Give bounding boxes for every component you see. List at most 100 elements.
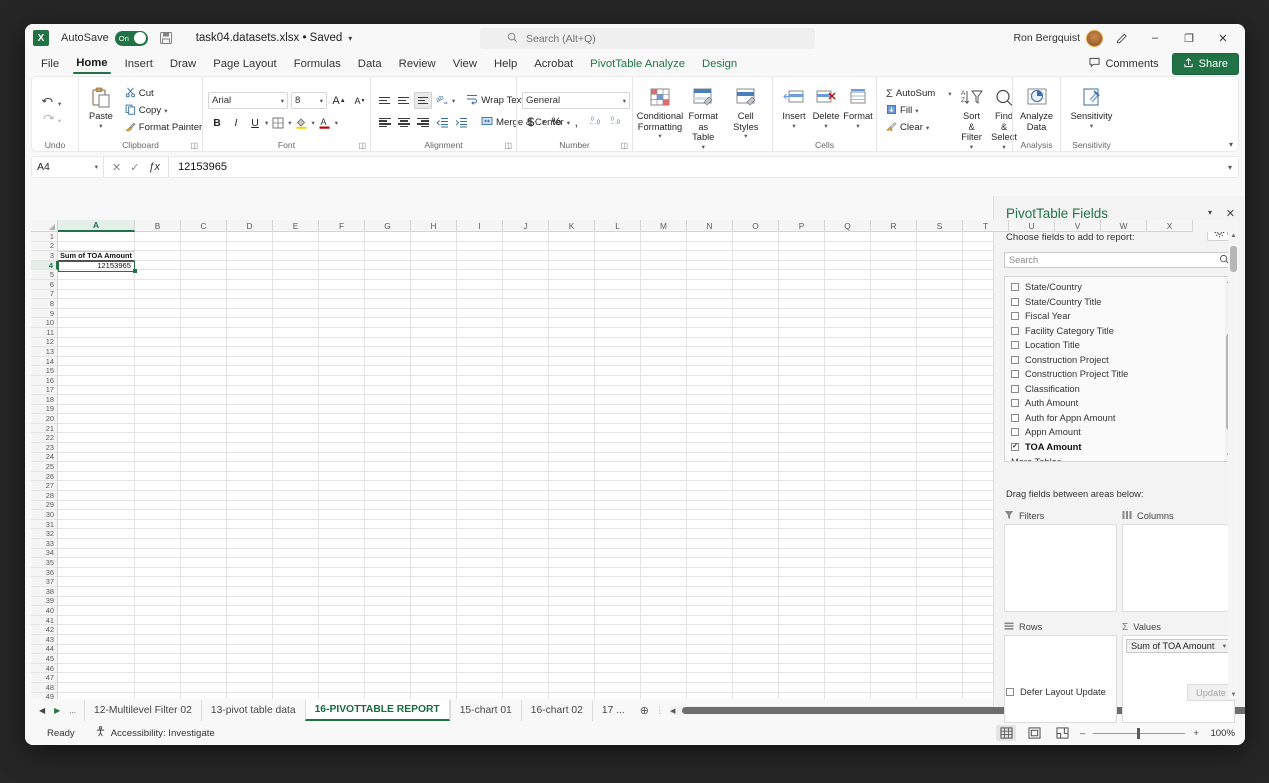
cell-G10[interactable]	[365, 318, 411, 328]
cell-M25[interactable]	[641, 462, 687, 472]
cell-A4[interactable]: 12153965	[58, 261, 135, 271]
cell-F38[interactable]	[319, 586, 365, 597]
row-header-28[interactable]: 28	[31, 491, 58, 501]
autosave-toggle[interactable]: On	[114, 30, 148, 46]
cell-E37[interactable]	[273, 577, 319, 587]
cell-B6[interactable]	[135, 279, 181, 290]
column-header-m[interactable]: M	[641, 220, 687, 232]
cell-O19[interactable]	[733, 404, 779, 415]
hscroll-left-arrow-icon[interactable]: ◀	[670, 707, 675, 715]
cell-M10[interactable]	[641, 318, 687, 328]
field-checkbox[interactable]: ✓	[1011, 442, 1019, 451]
cell-A23[interactable]	[58, 443, 135, 453]
sheet-tab-splitter[interactable]: ⋮	[655, 705, 664, 716]
cell-J36[interactable]	[503, 567, 549, 578]
cell-C42[interactable]	[181, 625, 227, 635]
cell-D14[interactable]	[227, 356, 273, 367]
cell-F49[interactable]	[319, 692, 365, 699]
comma-icon[interactable]: ,	[567, 113, 585, 131]
cell-G31[interactable]	[365, 519, 411, 530]
cell-F40[interactable]	[319, 606, 365, 616]
cell-D28[interactable]	[227, 491, 273, 501]
cell-I41[interactable]	[457, 615, 503, 626]
cell-J35[interactable]	[503, 558, 549, 568]
column-header-g[interactable]: G	[365, 220, 411, 232]
cell-H15[interactable]	[411, 366, 457, 376]
cell-M2[interactable]	[641, 241, 687, 252]
cell-E3[interactable]	[273, 251, 319, 261]
cell-B20[interactable]	[135, 414, 181, 424]
cell-P16[interactable]	[779, 375, 825, 386]
cell-D15[interactable]	[227, 366, 273, 376]
cell-H17[interactable]	[411, 385, 457, 396]
cell-B22[interactable]	[135, 433, 181, 444]
cell-B32[interactable]	[135, 529, 181, 539]
cell-G41[interactable]	[365, 615, 411, 626]
cell-D32[interactable]	[227, 529, 273, 539]
cell-M15[interactable]	[641, 366, 687, 376]
formula-bar-expand-icon[interactable]: ▾	[1228, 163, 1232, 172]
cell-J22[interactable]	[503, 433, 549, 444]
cell-B40[interactable]	[135, 606, 181, 616]
cell-R1[interactable]	[871, 232, 917, 242]
pen-icon[interactable]	[1105, 26, 1137, 50]
share-button[interactable]: Share	[1171, 53, 1239, 75]
cell-M20[interactable]	[641, 414, 687, 424]
cell-P48[interactable]	[779, 682, 825, 693]
cell-F7[interactable]	[319, 289, 365, 300]
cell-G47[interactable]	[365, 673, 411, 683]
column-header-k[interactable]: K	[549, 220, 595, 232]
field-item-facility-category-title[interactable]: Facility Category Title	[1005, 324, 1234, 339]
cell-A45[interactable]	[58, 654, 135, 664]
cell-K17[interactable]	[549, 385, 595, 396]
row-header-13[interactable]: 13	[31, 347, 58, 357]
cell-C43[interactable]	[181, 634, 227, 645]
cell-I11[interactable]	[457, 327, 503, 338]
cell-C22[interactable]	[181, 433, 227, 444]
cell-O6[interactable]	[733, 279, 779, 290]
cell-K36[interactable]	[549, 567, 595, 578]
cell-O41[interactable]	[733, 615, 779, 626]
cell-E22[interactable]	[273, 433, 319, 444]
cell-J41[interactable]	[503, 615, 549, 626]
cell-D33[interactable]	[227, 539, 273, 549]
sheet-tab-17[interactable]: 17 ...	[591, 700, 634, 721]
cell-E28[interactable]	[273, 491, 319, 501]
cell-B5[interactable]	[135, 270, 181, 280]
cell-N28[interactable]	[687, 491, 733, 501]
cell-F26[interactable]	[319, 471, 365, 482]
cell-H35[interactable]	[411, 558, 457, 568]
cell-O21[interactable]	[733, 423, 779, 434]
cell-A43[interactable]	[58, 634, 135, 645]
cell-N32[interactable]	[687, 529, 733, 539]
cell-B17[interactable]	[135, 385, 181, 396]
cell-A13[interactable]	[58, 347, 135, 357]
cell-M41[interactable]	[641, 615, 687, 626]
cell-H22[interactable]	[411, 433, 457, 444]
cell-N24[interactable]	[687, 452, 733, 463]
cell-R4[interactable]	[871, 260, 917, 271]
cell-C15[interactable]	[181, 366, 227, 376]
document-title[interactable]: task04.datasets.xlsx • Saved	[196, 32, 343, 44]
field-checkbox[interactable]	[1011, 283, 1019, 292]
cell-E48[interactable]	[273, 682, 319, 693]
column-header-h[interactable]: H	[411, 220, 457, 232]
cell-L15[interactable]	[595, 366, 641, 376]
cell-L17[interactable]	[595, 385, 641, 396]
sheet-tab-16-pivottable-report[interactable]: 16-PIVOTTABLE REPORT	[304, 700, 450, 721]
cell-J49[interactable]	[503, 692, 549, 699]
column-header-j[interactable]: J	[503, 220, 549, 232]
column-header-r[interactable]: R	[871, 220, 917, 232]
add-sheet-icon[interactable]: ⊕	[640, 704, 649, 717]
cell-J8[interactable]	[503, 299, 549, 309]
cell-B44[interactable]	[135, 644, 181, 655]
cell-L22[interactable]	[595, 433, 641, 444]
cell-R37[interactable]	[871, 577, 917, 587]
cell-R28[interactable]	[871, 491, 917, 501]
cell-K10[interactable]	[549, 318, 595, 328]
cell-J46[interactable]	[503, 663, 549, 674]
cell-A21[interactable]	[58, 423, 135, 434]
cell-M37[interactable]	[641, 577, 687, 587]
row-header-4[interactable]: 4	[31, 261, 58, 271]
cell-O37[interactable]	[733, 577, 779, 587]
